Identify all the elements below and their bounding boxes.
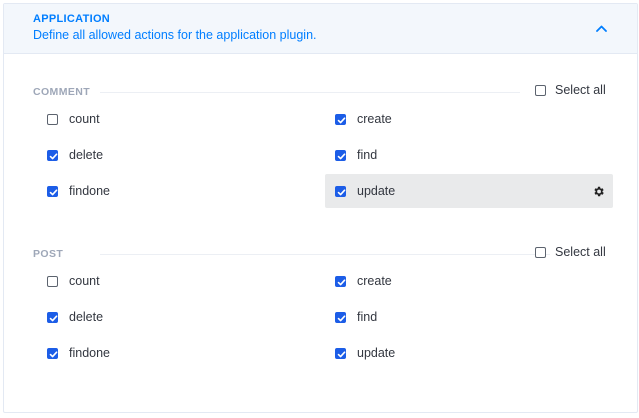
- permission-checkbox[interactable]: [47, 275, 58, 287]
- section-label: COMMENT: [33, 86, 99, 98]
- permission-section-comment: COMMENT Select all count create delete find fi…: [4, 83, 637, 236]
- permission-find[interactable]: find: [335, 138, 595, 172]
- permission-label: find: [357, 310, 378, 324]
- select-all-checkbox[interactable]: [535, 84, 546, 96]
- permission-create[interactable]: create: [335, 264, 595, 298]
- permission-update[interactable]: update: [325, 174, 613, 208]
- permission-label: update: [357, 184, 396, 198]
- section-label: POST: [33, 248, 72, 260]
- select-all-checkbox[interactable]: [535, 246, 546, 258]
- permission-checkbox[interactable]: [47, 113, 58, 125]
- section-divider: [100, 92, 520, 93]
- gear-icon[interactable]: [592, 185, 605, 198]
- permission-checkbox[interactable]: [335, 113, 346, 125]
- permission-section-post: POST Select all count create delete find findo…: [4, 245, 637, 398]
- permission-checkbox[interactable]: [335, 149, 346, 161]
- permission-find[interactable]: find: [335, 300, 595, 334]
- chevron-up-icon[interactable]: [594, 21, 608, 35]
- permission-create[interactable]: create: [335, 102, 595, 136]
- permission-label: findone: [69, 184, 111, 198]
- select-all-toggle[interactable]: Select all: [535, 245, 606, 259]
- select-all-label: Select all: [555, 245, 606, 259]
- permission-delete[interactable]: delete: [47, 138, 307, 172]
- permission-count[interactable]: count: [47, 102, 307, 136]
- permission-count[interactable]: count: [47, 264, 307, 298]
- permission-label: delete: [69, 148, 104, 162]
- permission-label: count: [69, 274, 100, 288]
- permission-checkbox[interactable]: [335, 311, 346, 323]
- panel-subtitle: Define all allowed actions for the appli…: [33, 28, 317, 42]
- permission-update[interactable]: update: [335, 336, 595, 370]
- permission-checkbox[interactable]: [47, 347, 58, 359]
- permission-label: delete: [69, 310, 104, 324]
- permission-label: count: [69, 112, 100, 126]
- permission-delete[interactable]: delete: [47, 300, 307, 334]
- section-divider: [100, 254, 550, 255]
- permission-checkbox[interactable]: [335, 347, 346, 359]
- select-all-toggle[interactable]: Select all: [535, 83, 606, 97]
- permission-label: update: [357, 346, 396, 360]
- permission-label: create: [357, 112, 392, 126]
- permission-checkbox[interactable]: [47, 185, 58, 197]
- permission-checkbox[interactable]: [335, 275, 346, 287]
- permission-checkbox[interactable]: [47, 311, 58, 323]
- permission-checkbox[interactable]: [335, 185, 346, 197]
- permission-label: create: [357, 274, 392, 288]
- panel-title: APPLICATION: [33, 13, 111, 25]
- permission-findone[interactable]: findone: [47, 336, 307, 370]
- permission-findone[interactable]: findone: [47, 174, 307, 208]
- permission-checkbox[interactable]: [47, 149, 58, 161]
- application-permissions-panel: APPLICATION Define all allowed actions f…: [3, 3, 638, 413]
- select-all-label: Select all: [555, 83, 606, 97]
- panel-header[interactable]: APPLICATION Define all allowed actions f…: [4, 4, 637, 54]
- permission-label: find: [357, 148, 378, 162]
- permission-label: findone: [69, 346, 111, 360]
